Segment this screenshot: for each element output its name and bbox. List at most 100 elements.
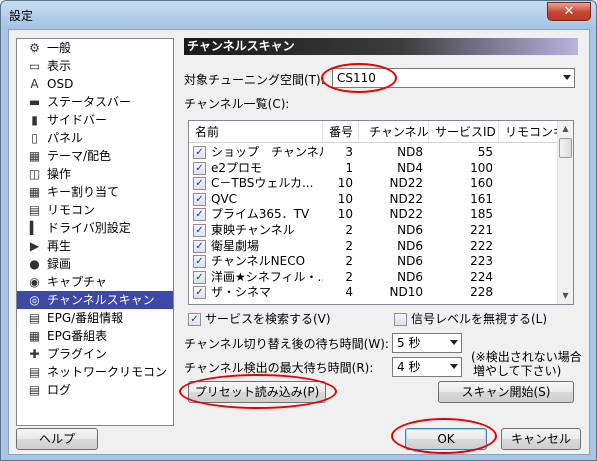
sidebar-item-label: ステータスバー <box>47 95 132 109</box>
row-checkbox[interactable]: ✓ <box>193 192 206 206</box>
ignore-signal-checkbox[interactable]: 信号レベルを無視する(L) <box>394 312 547 327</box>
cell-name: プライム365．TV <box>211 207 310 222</box>
plugin-icon: ✚ <box>29 347 40 361</box>
table-row[interactable]: ✓ e2プロモ 1 ND4 100 <box>189 160 561 176</box>
sidebar-item[interactable]: ◫ 操作 <box>17 165 173 183</box>
settings-window: 設定 ✕ ⚙ 一般 ▭ 表示 A OSD ▬ ステータスバー ▮ サイドバー ▯ パネル ▦ テーマ/配色… <box>0 0 597 461</box>
sidebar-item[interactable]: ◎ チャンネルスキャン <box>17 291 173 309</box>
cell-sid: 228 <box>470 285 493 300</box>
sidebar-item-label: ログ <box>47 383 72 397</box>
sidebar-item[interactable]: ▬ ステータスバー <box>17 93 173 111</box>
table-row[interactable]: ✓ C－TBSウェルカ... 10 ND22 160 <box>189 175 561 191</box>
table-row[interactable]: ✓ QVC 10 ND22 161 <box>189 191 561 207</box>
cell-sid: 222 <box>470 238 493 253</box>
sidebar-item-label: 再生 <box>47 239 72 253</box>
cell-name: e2プロモ <box>211 160 263 175</box>
note-line-2: 増やして下さい) <box>473 364 562 378</box>
switch-wait-combo[interactable]: 5 秒 <box>392 333 462 353</box>
cell-name: 東映チャンネル <box>211 223 295 237</box>
sidebar-item[interactable]: ▤ リモコン <box>17 201 173 219</box>
table-row[interactable]: ✓ ショップ チャンネル 3 ND8 55 <box>189 144 561 160</box>
sidebar-item-label: 一般 <box>47 41 72 55</box>
row-checkbox[interactable]: ✓ <box>193 161 206 175</box>
chevron-down-icon <box>450 364 458 369</box>
sidebar-item[interactable]: ▦ キー割り当て <box>17 183 173 201</box>
sidebar-item[interactable]: ▦ EPG番組表 <box>17 327 173 345</box>
tuning-space-combo[interactable]: CS110 <box>332 68 575 88</box>
sidebar-item[interactable]: ▤ EPG/番組情報 <box>17 309 173 327</box>
scroll-thumb[interactable] <box>559 138 572 158</box>
sidebar-item-label: キャプチャ <box>47 275 107 289</box>
row-checkbox[interactable]: ✓ <box>193 286 206 300</box>
sidebar-item[interactable]: ▍ ドライバ別設定 <box>17 219 173 237</box>
sidebar-item-label: 操作 <box>47 167 72 181</box>
column-header-remote-key[interactable]: リモコンキ <box>499 121 561 143</box>
mouse-icon: ◫ <box>28 167 41 181</box>
sidebar-item[interactable]: ✚ プラグイン <box>17 345 173 363</box>
sidebar-item[interactable]: ▤ ネットワークリモコン <box>17 363 173 381</box>
row-checkbox[interactable]: ✓ <box>193 146 206 159</box>
cell-ch: ND6 <box>397 238 423 253</box>
preset-load-button[interactable]: プリセット読み込み(P) <box>188 381 326 403</box>
settings-category-list[interactable]: ⚙ 一般 ▭ 表示 A OSD ▬ ステータスバー ▮ サイドバー ▯ パネル ▦ テーマ/配色 ◫ 操作 ▦ キ… <box>16 38 174 426</box>
table-row[interactable]: ✓ 洋画★シネフィル・... 2 ND6 224 <box>189 269 561 285</box>
channel-list-scrollbar[interactable]: ▲ ▼ <box>557 121 573 304</box>
scan-start-button[interactable]: スキャン開始(S) <box>438 381 574 403</box>
column-header-number[interactable]: 番号 <box>323 121 359 143</box>
cancel-button[interactable]: キャンセル <box>501 428 581 450</box>
search-services-checkbox[interactable]: ✓ サービスを検索する(V) <box>188 312 331 327</box>
cell-sid: 100 <box>470 160 493 175</box>
row-checkbox[interactable]: ✓ <box>193 255 206 269</box>
sidebar-item[interactable]: ▯ パネル <box>17 129 173 147</box>
sidebar-item[interactable]: A OSD <box>17 75 173 93</box>
checkbox-box: ✓ <box>188 313 201 326</box>
cell-num: 3 <box>345 145 353 159</box>
chevron-down-icon <box>563 75 571 80</box>
column-header-name[interactable]: 名前 <box>189 121 323 143</box>
row-checkbox[interactable]: ✓ <box>193 177 206 191</box>
cell-ch: ND22 <box>389 176 424 191</box>
detect-wait-combo[interactable]: 4 秒 <box>392 357 462 377</box>
channel-list[interactable]: 名前 番号 チャンネル サービスID リモコンキ ✓ ショップ チャンネル 3 ND8… <box>188 120 574 305</box>
sidebar-item-label: OSD <box>47 77 74 91</box>
cell-ch: ND22 <box>389 207 424 222</box>
row-checkbox[interactable]: ✓ <box>193 270 206 284</box>
scroll-up-icon[interactable]: ▲ <box>558 121 573 137</box>
row-checkbox[interactable]: ✓ <box>193 239 206 253</box>
scan-icon: ◎ <box>29 293 40 307</box>
sidebar-item[interactable]: ▭ 表示 <box>17 57 173 75</box>
sidebar-item[interactable]: ▶ 再生 <box>17 237 173 255</box>
cell-num: 10 <box>337 176 353 191</box>
scroll-down-icon[interactable]: ▼ <box>558 288 573 304</box>
table-row[interactable]: ✓ プライム365．TV 10 ND22 185 <box>189 206 561 222</box>
detect-wait-value: 4 秒 <box>397 360 421 374</box>
table-row[interactable]: ✓ ザ・シネマ 4 ND10 228 <box>189 284 561 300</box>
table-row[interactable]: ✓ チャンネルNECO 2 ND6 223 <box>189 253 561 269</box>
sidebar-item[interactable]: ◉ キャプチャ <box>17 273 173 291</box>
sidebar-item[interactable]: ● 録画 <box>17 255 173 273</box>
osd-icon: A <box>30 77 39 91</box>
switch-wait-value: 5 秒 <box>397 336 421 350</box>
close-button[interactable]: ✕ <box>547 2 591 21</box>
sidebar-item[interactable]: ⚙ 一般 <box>17 39 173 57</box>
cell-name: 洋画★シネフィル・... <box>211 269 323 284</box>
cell-name: 衛星劇場 <box>211 238 260 253</box>
statusbar-icon: ▬ <box>28 95 41 109</box>
cell-name: C－TBSウェルカ... <box>211 176 314 191</box>
cell-name: チャンネルNECO <box>211 254 306 269</box>
row-checkbox[interactable]: ✓ <box>193 208 206 222</box>
cell-num: 1 <box>345 160 353 175</box>
sidebar-item[interactable]: ▤ ログ <box>17 381 173 399</box>
column-header-channel[interactable]: チャンネル <box>359 121 429 143</box>
ok-button[interactable]: OK <box>405 428 487 450</box>
sidebar-item[interactable]: ▮ サイドバー <box>17 111 173 129</box>
help-button[interactable]: ヘルプ <box>16 428 98 450</box>
sidebar-item[interactable]: ▦ テーマ/配色 <box>17 147 173 165</box>
sidebar-item-label: EPG番組表 <box>47 329 108 343</box>
title-bar[interactable]: 設定 ✕ <box>1 1 596 29</box>
table-row[interactable]: ✓ 衛星劇場 2 ND6 222 <box>189 238 561 254</box>
row-checkbox[interactable]: ✓ <box>193 224 206 237</box>
table-row[interactable]: ✓ 東映チャンネル 2 ND6 221 <box>189 222 561 238</box>
cell-num: 2 <box>345 223 353 237</box>
column-header-service-id[interactable]: サービスID <box>429 121 499 143</box>
